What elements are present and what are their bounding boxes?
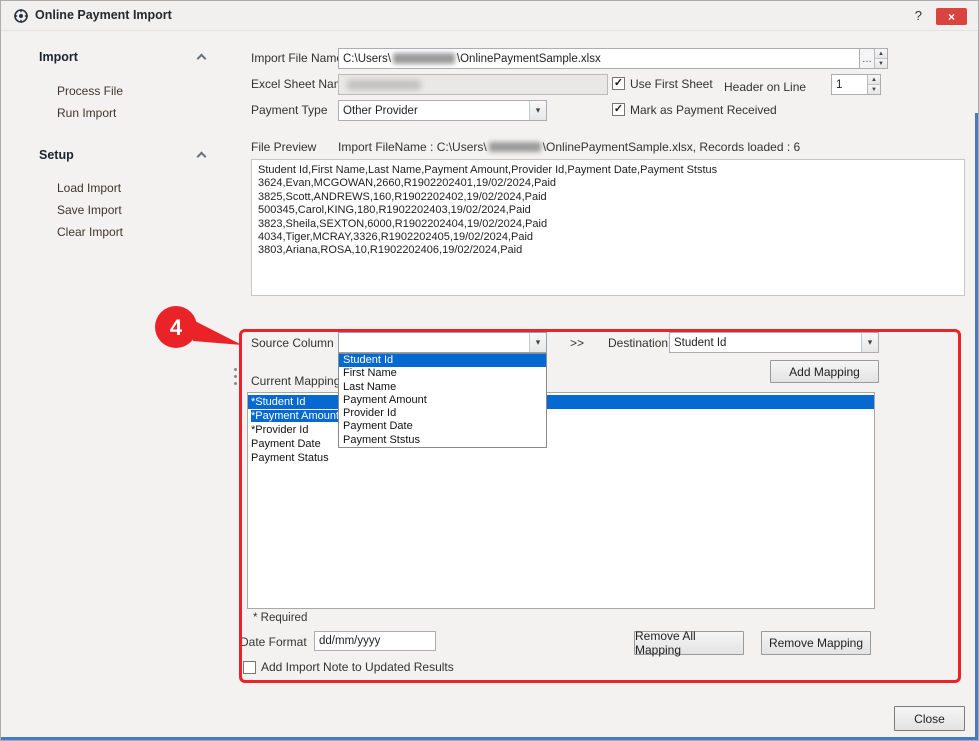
annotation-callout: 4	[149, 302, 245, 361]
use-first-sheet-checkbox[interactable]: ✓	[612, 77, 625, 90]
required-note: * Required	[253, 612, 307, 624]
header-on-line-spin-buttons: ▲ ▼	[867, 75, 880, 94]
sidebar-section-setup-label: Setup	[39, 148, 74, 162]
browse-ellipsis-icon: …	[862, 54, 872, 65]
chevron-up-icon	[197, 152, 207, 162]
file-input-spinner: ▲ ▼	[874, 49, 887, 68]
dropdown-item[interactable]: Payment Amount	[339, 394, 546, 407]
redacted-username	[393, 53, 455, 64]
annotation-number: 4	[170, 315, 183, 340]
destination-select[interactable]: Student Id ▾	[669, 332, 879, 353]
source-column-dropdown-list[interactable]: Student Id First Name Last Name Payment …	[338, 353, 547, 448]
add-mapping-button[interactable]: Add Mapping	[770, 360, 879, 383]
header-on-line-label: Header on Line	[724, 80, 806, 94]
file-preview-box: Student Id,First Name,Last Name,Payment …	[251, 159, 965, 296]
date-format-label: Date Format	[240, 635, 307, 649]
date-format-value: dd/mm/yyyy	[319, 635, 380, 647]
sidebar-item-clear-import[interactable]: Clear Import	[57, 225, 123, 239]
spin-down-icon: ▼	[878, 61, 884, 67]
sidebar-item-save-import[interactable]: Save Import	[57, 203, 122, 217]
file-input-buttons: … ▲ ▼	[859, 48, 888, 69]
source-column-select[interactable]: ▾	[338, 332, 547, 353]
excel-sheet-name-input	[338, 74, 608, 95]
sidebar-item-process-file[interactable]: Process File	[57, 84, 123, 98]
titlebar-close-button[interactable]: ×	[936, 8, 967, 25]
map-direction-label: >>	[570, 336, 584, 350]
preview-info-prefix: Import FileName : C:\Users\	[338, 140, 487, 154]
preview-line: 3624,Evan,MCGOWAN,2660,R1902202401,19/02…	[258, 177, 958, 190]
sidebar-item-load-import[interactable]: Load Import	[57, 181, 121, 195]
file-preview-info: Import FileName : C:\Users\ \OnlinePaymen…	[338, 140, 800, 154]
header-on-line-spinner[interactable]: 1 ▲ ▼	[831, 74, 881, 95]
app-icon	[13, 8, 29, 29]
file-path-suffix: \OnlinePaymentSample.xlsx	[457, 53, 601, 65]
file-preview-label: File Preview	[251, 140, 316, 154]
add-import-note-checkbox[interactable]	[243, 661, 256, 674]
import-file-name-input[interactable]: C:\Users\ \OnlinePaymentSample.xlsx	[338, 48, 860, 69]
spinner-up-button[interactable]: ▲	[868, 75, 880, 84]
dropdown-item[interactable]: Payment Date	[339, 420, 546, 433]
dropdown-item[interactable]: Provider Id	[339, 407, 546, 420]
header-on-line-value[interactable]: 1	[832, 75, 867, 94]
preview-line: 500345,Carol,KING,180,R1902202403,19/02/…	[258, 204, 958, 217]
spin-up-icon: ▲	[878, 51, 884, 57]
dropdown-item[interactable]: Student Id	[339, 354, 546, 367]
online-payment-import-window: Online Payment Import ? × Import Process…	[0, 0, 979, 741]
spinner-down-button[interactable]: ▼	[868, 84, 880, 94]
chevron-up-icon	[197, 54, 207, 64]
window-accent-bottom	[1, 737, 978, 740]
mark-received-label: Mark as Payment Received	[630, 103, 777, 117]
spinner-down-button[interactable]: ▼	[875, 58, 887, 68]
window-accent-right	[975, 113, 978, 740]
use-first-sheet-label: Use First Sheet	[630, 77, 713, 91]
dropdown-arrow-icon[interactable]: ▾	[861, 333, 878, 352]
add-import-note-label: Add Import Note to Updated Results	[261, 660, 454, 674]
spin-down-icon: ▼	[871, 87, 877, 93]
destination-value: Student Id	[670, 333, 861, 352]
dropdown-arrow-icon[interactable]: ▾	[529, 333, 546, 352]
excel-sheet-name-label: Excel Sheet Name	[251, 77, 350, 91]
file-path-prefix: C:\Users\	[343, 53, 391, 65]
source-column-value	[339, 333, 529, 352]
import-file-name-label: Import File Name	[251, 51, 343, 65]
preview-info-suffix: \OnlinePaymentSample.xlsx, Records loade…	[543, 140, 800, 154]
remove-all-mapping-button[interactable]: Remove All Mapping	[634, 631, 744, 655]
current-mapping-label: Current Mapping	[251, 374, 340, 388]
redacted-username	[489, 142, 541, 152]
source-column-label: Source Column	[251, 336, 334, 350]
close-icon: ×	[948, 11, 955, 23]
mark-received-checkbox[interactable]: ✓	[612, 103, 625, 116]
dropdown-item[interactable]: Payment Ststus	[339, 434, 546, 447]
spinner-up-button[interactable]: ▲	[875, 49, 887, 58]
help-button[interactable]: ?	[915, 8, 922, 23]
mapping-item[interactable]: Payment Status	[248, 451, 874, 465]
preview-line: 4034,Tiger,MCRAY,3326,R1902202405,19/02/…	[258, 231, 958, 244]
date-format-input[interactable]: dd/mm/yyyy	[314, 631, 436, 651]
dropdown-item[interactable]: Last Name	[339, 381, 546, 394]
spin-up-icon: ▲	[871, 77, 877, 83]
dropdown-item[interactable]: First Name	[339, 367, 546, 380]
sidebar-section-import-label: Import	[39, 50, 78, 64]
remove-mapping-button[interactable]: Remove Mapping	[761, 631, 871, 655]
preview-line: Student Id,First Name,Last Name,Payment …	[258, 164, 958, 177]
preview-line: 3823,Sheila,SEXTON,6000,R1902202404,19/0…	[258, 218, 958, 231]
splitter-grip[interactable]	[234, 366, 237, 387]
redacted-sheet-text	[347, 80, 421, 90]
payment-type-value: Other Provider	[339, 101, 529, 120]
check-icon: ✓	[614, 78, 623, 89]
preview-line: 3825,Scott,ANDREWS,160,R1902202402,19/02…	[258, 191, 958, 204]
payment-type-select[interactable]: Other Provider ▾	[338, 100, 547, 121]
sidebar-section-import[interactable]: Import	[39, 50, 205, 64]
close-button[interactable]: Close	[894, 706, 965, 731]
dropdown-arrow-icon[interactable]: ▾	[529, 101, 546, 120]
window-title: Online Payment Import	[35, 8, 172, 22]
titlebar: Online Payment Import ? ×	[1, 1, 978, 31]
destination-label: Destination	[608, 336, 668, 350]
sidebar-item-run-import[interactable]: Run Import	[57, 106, 116, 120]
sidebar-section-setup[interactable]: Setup	[39, 148, 205, 162]
payment-type-label: Payment Type	[251, 103, 328, 117]
browse-button[interactable]: …	[860, 49, 874, 68]
check-icon: ✓	[614, 104, 623, 115]
preview-line: 3803,Ariana,ROSA,10,R1902202406,19/02/20…	[258, 244, 958, 257]
